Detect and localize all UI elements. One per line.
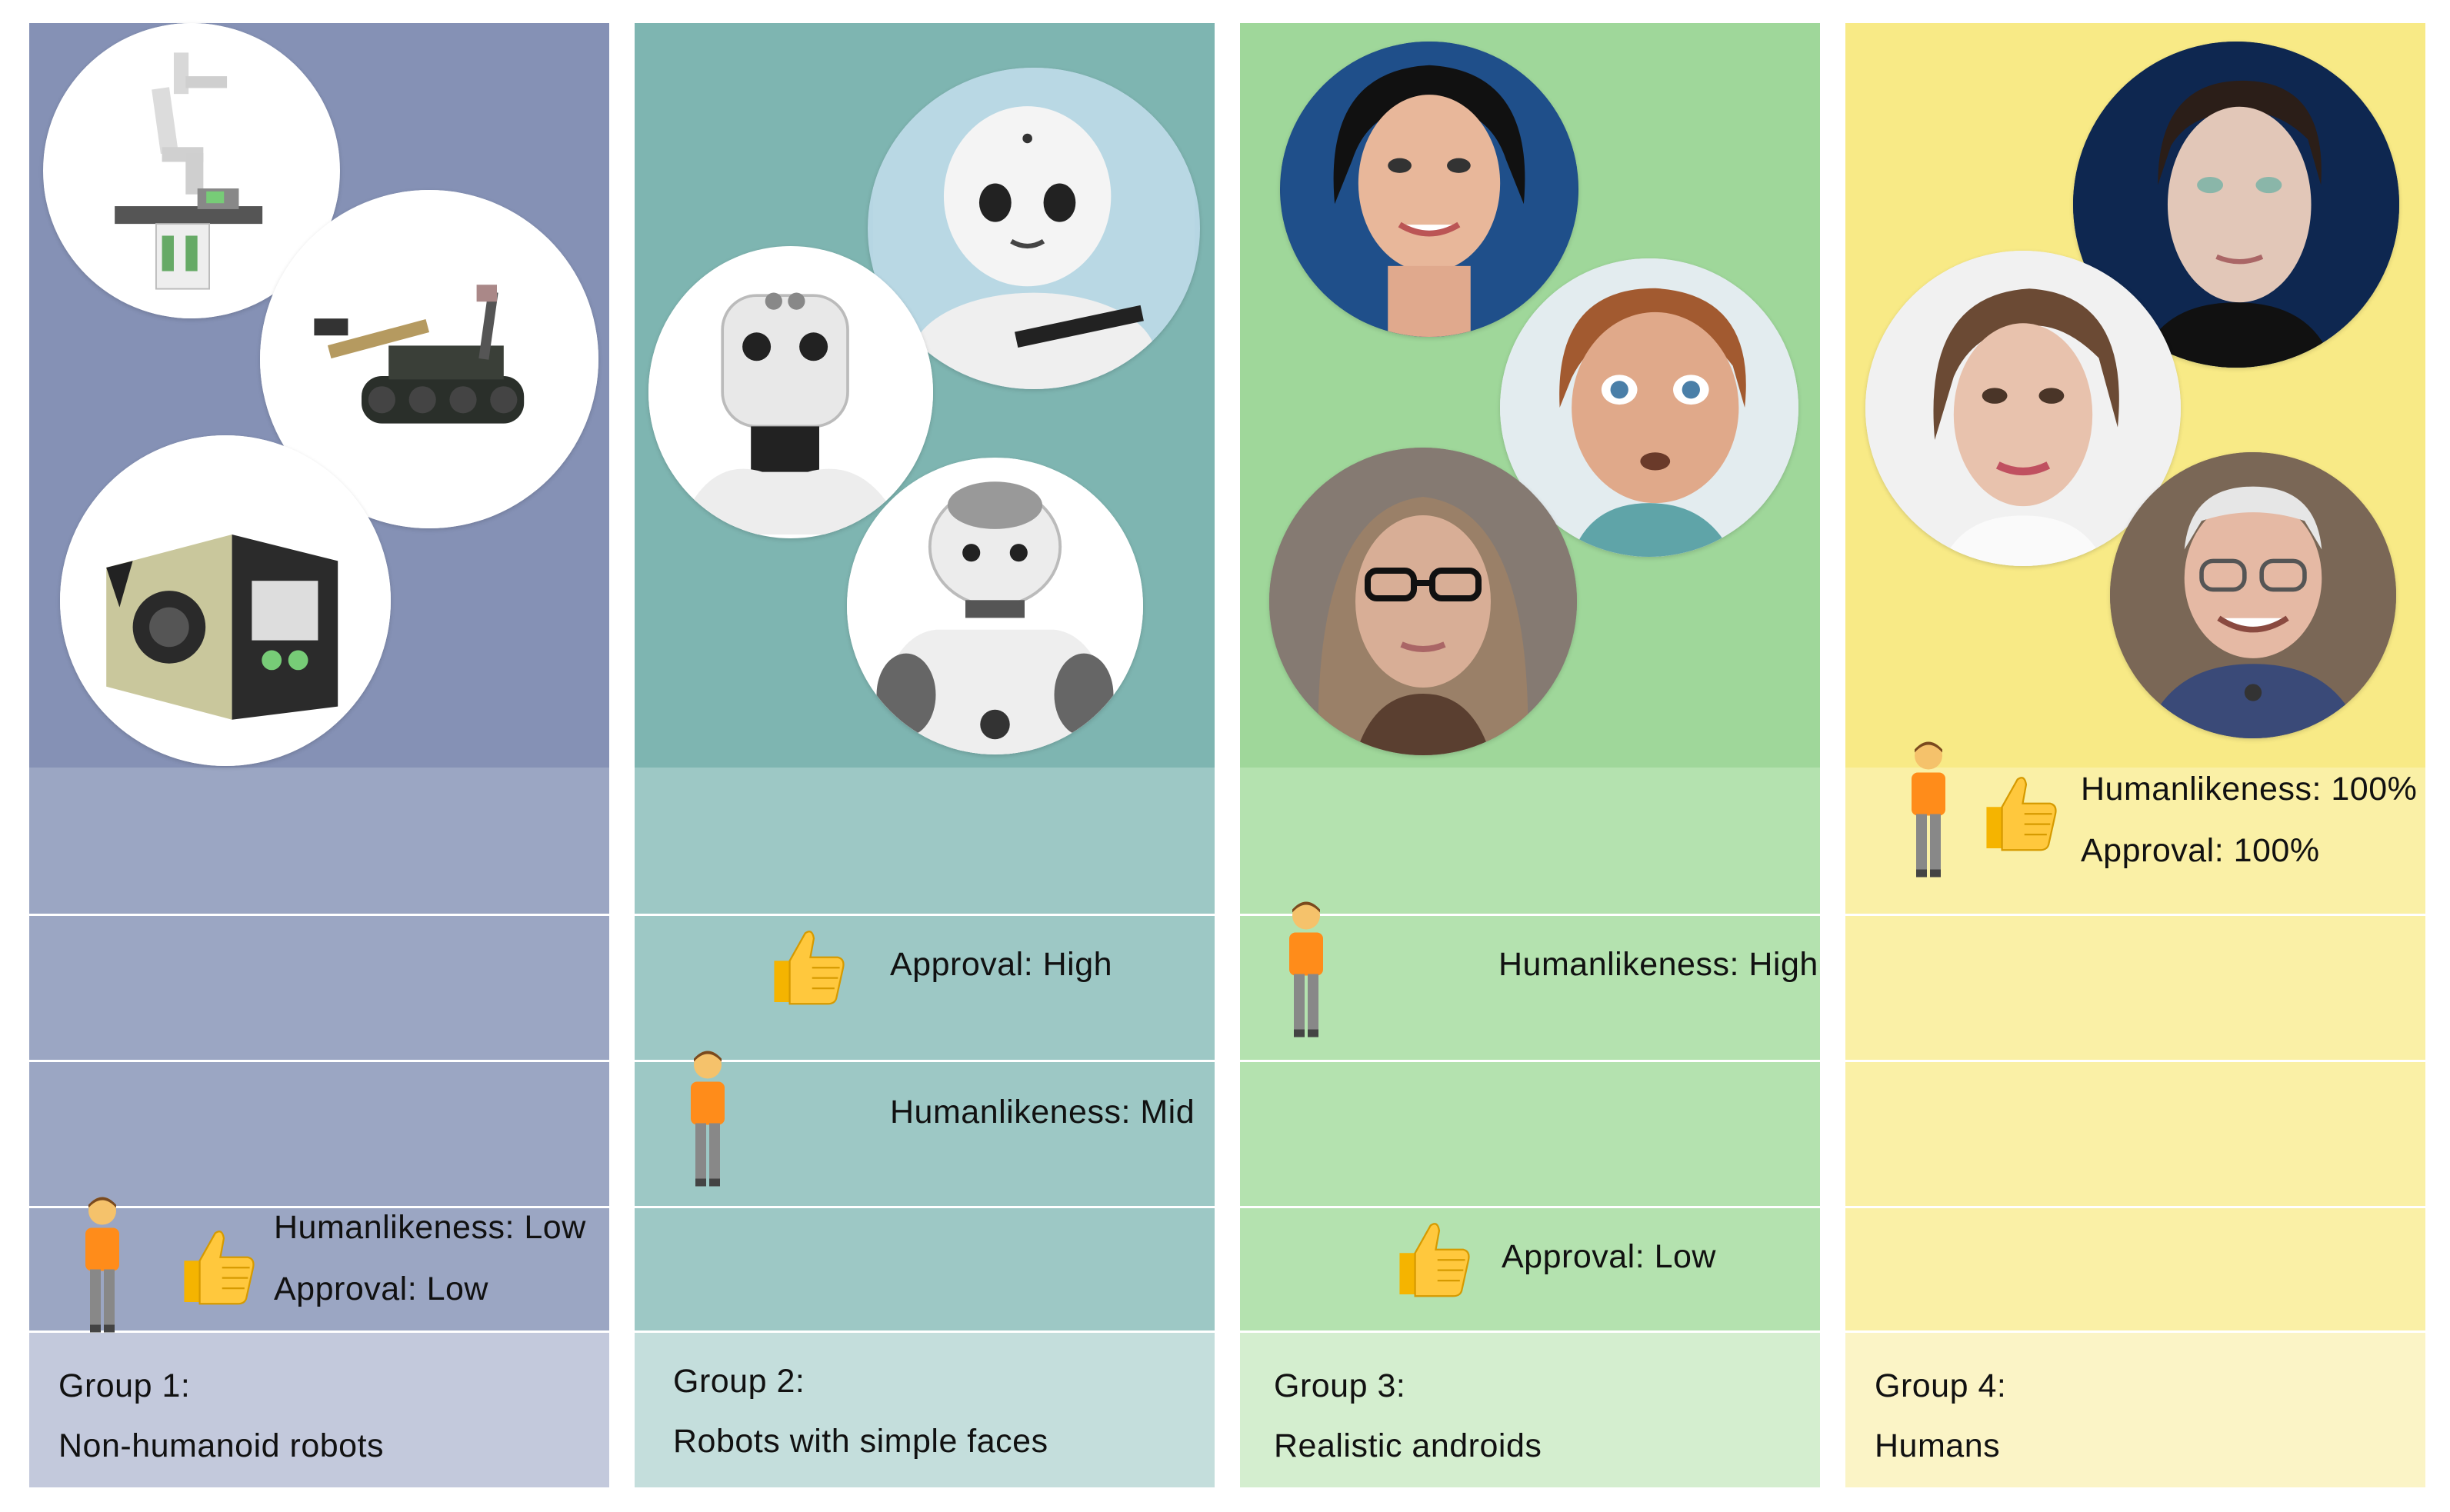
group-4-approval: Approval: 100% [2081,832,2320,869]
person-icon [1275,897,1337,1039]
group-1-approval: Approval: Low [274,1271,488,1307]
group-3-subtitle: Realistic androids [1274,1427,1542,1464]
group-3-title: Group 3: [1274,1367,1406,1404]
person-icon [1898,737,1959,879]
android-face-1-image [1280,42,1578,337]
group-4-subtitle: Humans [1875,1427,2001,1464]
scale-band-2 [1845,914,2425,1060]
group-2-approval: Approval: High [890,946,1113,983]
group-2-label-area [635,1330,1215,1487]
group-4-title: Group 4: [1875,1367,2007,1404]
scale-band-4 [1845,1206,2425,1330]
android-face-3-image [1269,448,1577,755]
scale-band-1 [635,768,1215,914]
scale-band-1 [1240,768,1820,914]
group-4-humanlikeness: Humanlikeness: 100% [2081,771,2418,808]
scale-band-4 [635,1206,1215,1330]
person-icon [677,1046,738,1188]
scale-band-3 [29,1060,609,1206]
group-3-column: Humanlikeness: High Approval: Low Group … [1240,23,1820,1487]
group-3-approval: Approval: Low [1502,1238,1716,1275]
scale-band-3 [1845,1060,2425,1206]
group-1-subtitle: Non-humanoid robots [58,1427,385,1464]
box-robot-image [60,435,391,766]
group-2-subtitle: Robots with simple faces [673,1423,1048,1460]
group-4-column: Humanlikeness: 100% Approval: 100% Group… [1845,23,2425,1487]
human-face-3-image [2110,452,2396,738]
simple-face-robot-image [648,246,933,538]
group-1-column: Humanlikeness: Low Approval: Low Group 1… [29,23,609,1487]
scale-band-3 [1240,1060,1820,1206]
thumbs-up-icon [1976,769,2062,855]
thumbs-up-icon [1389,1215,1475,1301]
group-1-humanlikeness: Humanlikeness: Low [274,1209,586,1246]
scale-band-1 [29,768,609,914]
scale-band-2 [29,914,609,1060]
person-icon [72,1192,133,1334]
group-1-title: Group 1: [58,1367,191,1404]
group-3-humanlikeness: Humanlikeness: High [1498,946,1818,983]
group-2-title: Group 2: [673,1363,805,1400]
thumbs-up-icon [174,1223,260,1309]
group-2-humanlikeness: Humanlikeness: Mid [890,1094,1195,1131]
thumbs-up-icon [764,923,850,1009]
nao-robot-image [847,458,1143,754]
scale-band-2 [635,914,1215,1060]
group-2-column: Approval: High Humanlikeness: Mid Group … [635,23,1215,1487]
